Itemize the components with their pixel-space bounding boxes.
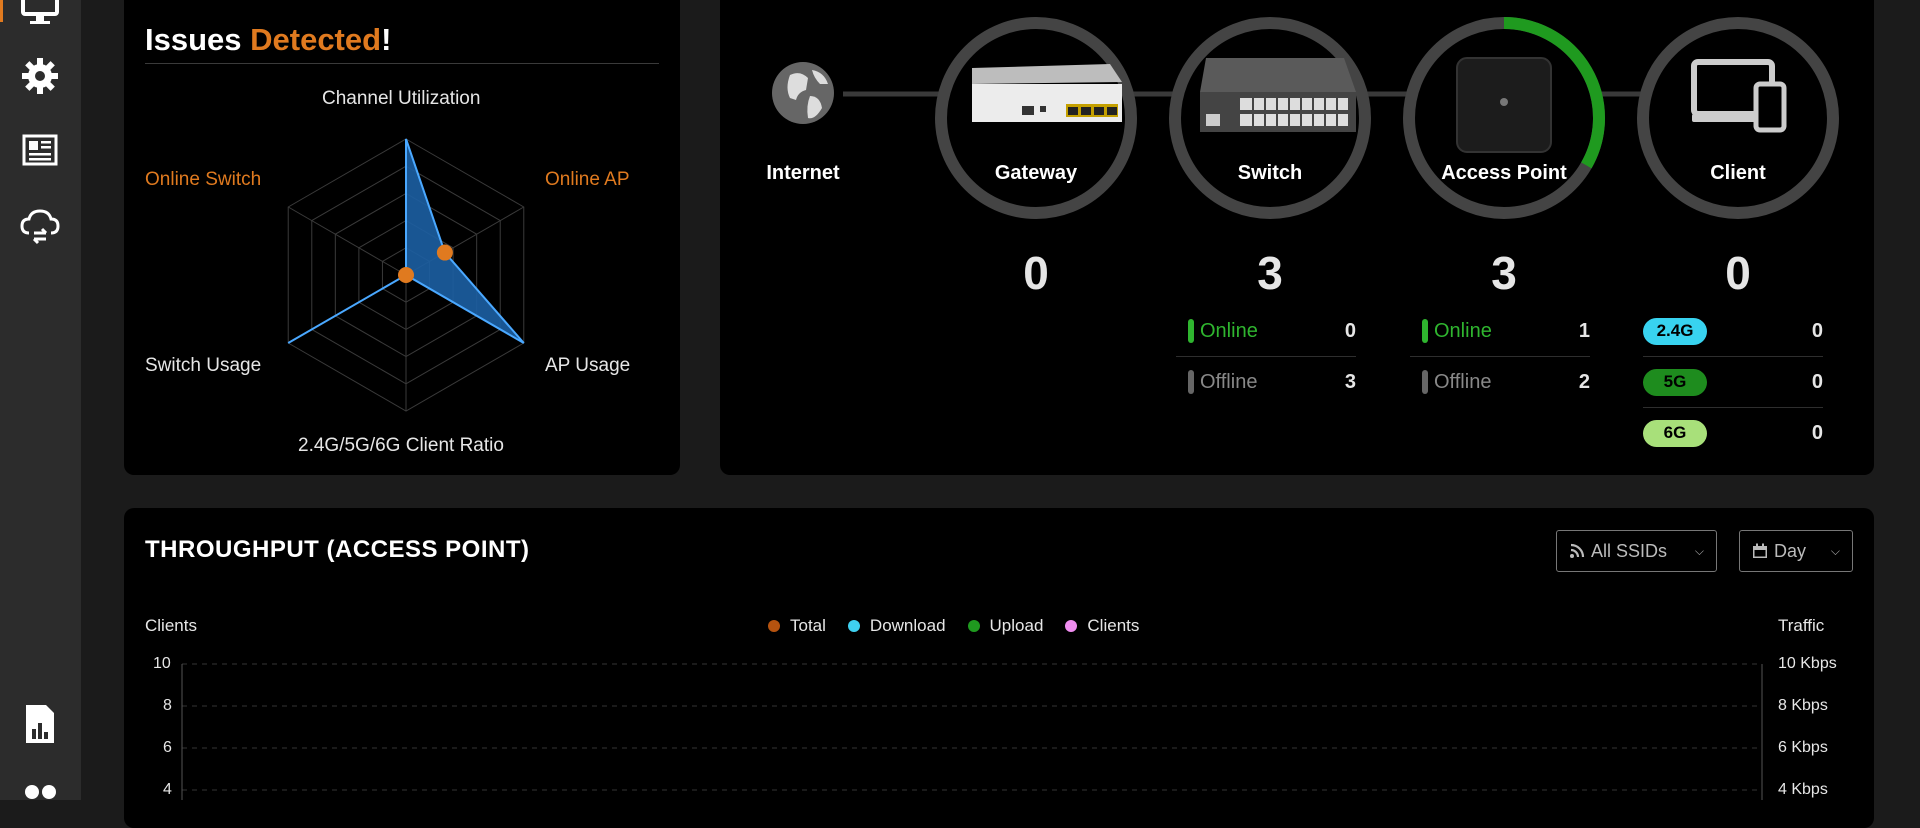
right-tick: 8 Kbps [1778,697,1828,714]
right-tick: 4 Kbps [1778,781,1828,798]
left-tick: 6 [163,739,172,756]
right-tick: 10 Kbps [1778,655,1837,672]
left-tick: 10 [153,655,171,672]
left-tick: 4 [163,781,172,798]
right-tick: 6 Kbps [1778,739,1828,756]
throughput-gridlines [181,663,1763,800]
left-tick: 8 [163,697,172,714]
